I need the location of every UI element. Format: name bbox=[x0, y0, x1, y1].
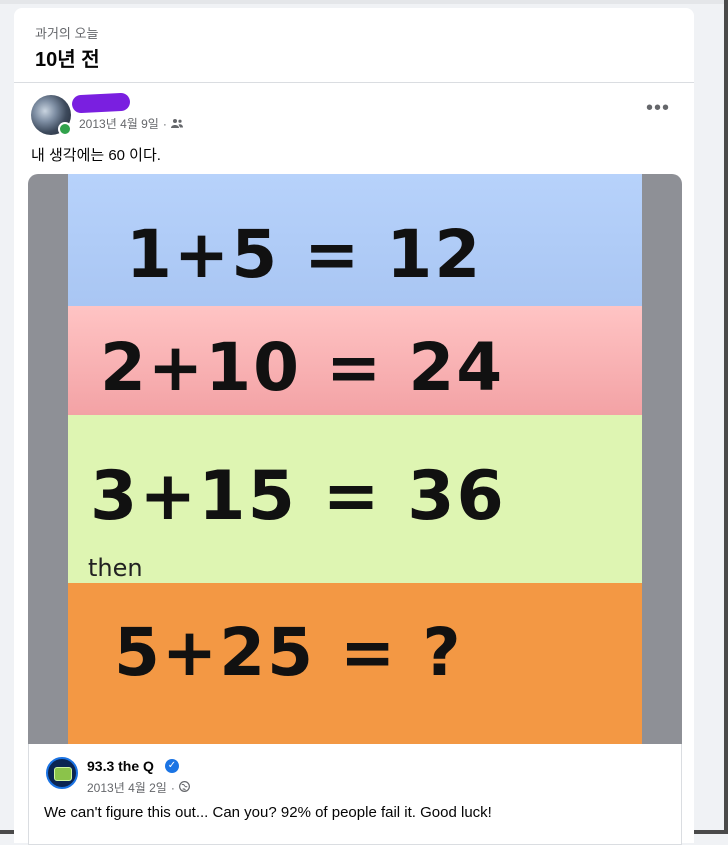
post-meta: 2013년 4월 9일 · bbox=[79, 115, 183, 132]
author-name-redacted[interactable] bbox=[71, 92, 131, 114]
shared-meta-separator: · bbox=[170, 780, 175, 795]
memories-header: 과거의 오늘 10년 전 bbox=[14, 8, 694, 83]
shared-post-card[interactable]: 93.3 the Q ✓ 2013년 4월 2일 · We can't figu… bbox=[28, 744, 682, 845]
equation-4: 5+25 = ? bbox=[114, 614, 463, 691]
equation-1: 1+5 = 12 bbox=[126, 216, 483, 293]
window-top-border bbox=[0, 0, 724, 4]
page-avatar[interactable] bbox=[46, 757, 78, 789]
window-right-border bbox=[724, 0, 728, 834]
equation-3: 3+15 = 36 bbox=[90, 457, 506, 536]
shared-post-text: We can't figure this out... Can you? 92%… bbox=[44, 804, 492, 821]
memories-subtitle: 과거의 오늘 bbox=[35, 26, 99, 41]
more-options-icon[interactable]: ••• bbox=[646, 98, 670, 118]
friends-icon[interactable] bbox=[170, 117, 183, 131]
math-puzzle-image: 1+5 = 12 2+10 = 24 3+15 = 36 then 5+25 =… bbox=[68, 174, 642, 744]
online-status-dot bbox=[58, 122, 72, 136]
post-date[interactable]: 2013년 4월 9일 bbox=[79, 115, 159, 132]
equation-2: 2+10 = 24 bbox=[100, 329, 505, 406]
shared-post-date[interactable]: 2013년 4월 2일 bbox=[87, 779, 167, 796]
post-image[interactable]: 1+5 = 12 2+10 = 24 3+15 = 36 then 5+25 =… bbox=[28, 174, 682, 744]
memory-post: 2013년 4월 9일 · ••• 내 생각에는 60 이다. 1+5 = 12… bbox=[14, 83, 694, 845]
page-name[interactable]: 93.3 the Q bbox=[87, 758, 154, 774]
then-word: then bbox=[88, 554, 143, 582]
memories-title[interactable]: 10년 전 bbox=[35, 43, 100, 72]
globe-icon[interactable] bbox=[178, 780, 190, 795]
verified-badge-icon: ✓ bbox=[165, 759, 179, 773]
page-logo-icon bbox=[54, 767, 72, 781]
post-text: 내 생각에는 60 이다. bbox=[31, 147, 161, 164]
meta-separator: · bbox=[162, 116, 167, 131]
shared-post-meta: 2013년 4월 2일 · bbox=[87, 779, 190, 796]
